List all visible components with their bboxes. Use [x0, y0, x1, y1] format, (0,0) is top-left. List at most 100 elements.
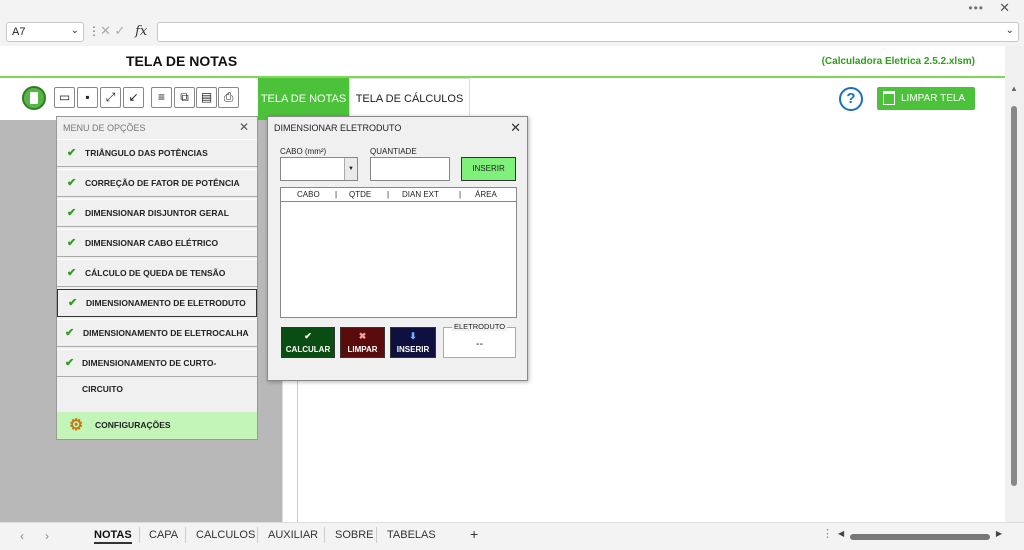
gear-icon: ⚙ — [69, 417, 84, 434]
close-icon[interactable]: ✕ — [239, 120, 249, 134]
menu-item-curto-circuito[interactable]: ✔ DIMENSIONAMENTO DE CURTO-CIRCUITO — [57, 349, 257, 394]
horizontal-scrollbar[interactable]: ◀ ▶ — [838, 529, 1008, 541]
copy-icon[interactable]: ⧉ — [174, 87, 195, 108]
scroll-right-icon[interactable]: ▶ — [996, 529, 1002, 538]
tab-separator — [139, 527, 140, 543]
check-icon: ✔ — [67, 147, 77, 159]
calculator-icon[interactable] — [22, 86, 46, 110]
chevron-down-icon[interactable]: ⌄ — [71, 25, 79, 36]
sheet-tab-sobre[interactable]: SOBRE — [335, 529, 374, 541]
menu-item-eletrocalha[interactable]: ✔ DIMENSIONAMENTO DE ELETROCALHA — [57, 319, 257, 347]
document-icon[interactable]: ≡ — [151, 87, 172, 108]
inserir-bottom-button[interactable]: ⬇ INSERIR — [390, 327, 436, 358]
menu-item-label: CORREÇÃO DE FATOR DE POTÊNCIA — [85, 178, 240, 188]
menu-title: MENU DE OPÇÕES — [63, 123, 146, 133]
sheet-tab-tabelas[interactable]: TABELAS — [387, 529, 436, 541]
more-options-icon[interactable]: ••• — [968, 1, 984, 15]
column-header: QTDE — [349, 190, 372, 199]
list-header: CABO | QTDE | DIAN EXT | ÁREA — [281, 188, 516, 202]
quantidade-label: QUANTIADE — [370, 147, 417, 156]
scroll-left-icon[interactable]: ◀ — [838, 529, 844, 538]
menu-item-triangulo[interactable]: ✔ TRIÂNGULO DAS POTÊNCIAS — [57, 139, 257, 167]
sheet-tabs-bar: ‹ › NOTAS CAPA CALCULOS AUXILIAR SOBRE T… — [0, 522, 1024, 550]
check-icon: ✔ — [67, 207, 77, 219]
menu-item-fator-potencia[interactable]: ✔ CORREÇÃO DE FATOR DE POTÊNCIA — [57, 169, 257, 197]
eletroduto-result: ELETRODUTO -- — [443, 322, 516, 358]
print-icon[interactable]: ⎙ — [218, 87, 239, 108]
arrow-down-icon: ⬇ — [409, 331, 417, 341]
sheet-tab-notas[interactable]: NOTAS — [94, 529, 132, 544]
calcular-button[interactable]: ✔ CALCULAR — [281, 327, 335, 358]
export-icon[interactable]: ↙ — [123, 87, 144, 108]
dialog-title: DIMENSIONAR ELETRODUTO — [274, 123, 402, 133]
inserir-button[interactable]: INSERIR — [461, 157, 516, 181]
chevron-left-icon[interactable]: ‹ — [20, 529, 24, 543]
sheet-tab-auxiliar[interactable]: AUXILIAR — [268, 529, 318, 541]
resize-icon[interactable]: ⤢ — [100, 87, 121, 108]
tab-split-icon[interactable]: ⋮ — [822, 527, 833, 540]
check-icon: ✔ — [65, 327, 75, 339]
formula-separator-icon: ⋮ — [88, 24, 100, 38]
function-icon[interactable]: fx — [135, 24, 147, 39]
chevron-down-icon[interactable]: ▼ — [344, 158, 357, 180]
save-as-icon[interactable]: ▪ — [77, 87, 98, 108]
dimensionar-eletroduto-dialog: DIMENSIONAR ELETRODUTO ✕ CABO (mm²) QUAN… — [267, 116, 528, 381]
cabo-select[interactable]: ▼ — [280, 157, 358, 181]
close-icon[interactable]: ✕ — [510, 120, 521, 136]
save-icon[interactable]: ▭ — [54, 87, 75, 108]
menu-item-eletroduto[interactable]: ✔ DIMENSIONAMENTO DE ELETRODUTO — [57, 289, 257, 317]
scroll-up-icon[interactable]: ▲ — [1010, 84, 1018, 93]
vertical-scrollbar[interactable]: ▲ — [1005, 46, 1024, 522]
tab-separator — [185, 527, 186, 543]
tab-tela-de-notas[interactable]: TELA DE NOTAS — [258, 78, 349, 120]
scrollbar-thumb[interactable] — [850, 534, 990, 540]
menu-item-label: TRIÂNGULO DAS POTÊNCIAS — [85, 148, 208, 158]
check-icon: ✔ — [67, 237, 77, 249]
menu-item-label: CÁLCULO DE QUEDA DE TENSÃO — [85, 268, 226, 278]
scrollbar-thumb[interactable] — [1011, 106, 1017, 486]
cable-list[interactable]: CABO | QTDE | DIAN EXT | ÁREA — [280, 187, 517, 318]
check-icon: ✔ — [67, 177, 77, 189]
check-icon: ✔ — [67, 267, 77, 279]
add-sheet-icon[interactable]: + — [470, 526, 478, 542]
sheet-tab-calculos[interactable]: CALCULOS — [196, 529, 255, 541]
chevron-down-icon[interactable]: ⌄ — [1006, 25, 1014, 36]
close-icon[interactable]: ✕ — [999, 0, 1010, 16]
window-top-strip: ••• ✕ — [0, 0, 1024, 18]
inserir-label: INSERIR — [396, 345, 430, 354]
sheet-tab-capa[interactable]: CAPA — [149, 529, 178, 541]
menu-item-label: DIMENSIONAMENTO DE ELETROCALHA — [83, 328, 249, 338]
column-header: ÁREA — [475, 190, 497, 199]
formula-icons: ✕ ✓ fx — [100, 23, 147, 39]
chevron-right-icon[interactable]: › — [45, 529, 49, 543]
eletroduto-value: -- — [475, 338, 484, 350]
menu-item-label: DIMENSIONAMENTO DE CURTO-CIRCUITO — [82, 358, 217, 394]
cancel-icon[interactable]: ✕ — [100, 23, 111, 38]
name-box[interactable]: A7 ⌄ — [6, 22, 84, 42]
formula-bar: A7 ⌄ ⋮ ✕ ✓ fx ⌄ — [0, 20, 1024, 44]
help-button[interactable]: ? — [839, 87, 863, 111]
tab-separator — [257, 527, 258, 543]
tab-tela-de-calculos[interactable]: TELA DE CÁLCULOS — [349, 78, 470, 120]
column-header: CABO — [297, 190, 320, 199]
column-separator: | — [335, 190, 338, 199]
limpar-button[interactable]: ✖ LIMPAR — [340, 327, 385, 358]
column-separator: | — [459, 190, 462, 199]
menu-item-disjuntor[interactable]: ✔ DIMENSIONAR DISJUNTOR GERAL — [57, 199, 257, 227]
confirm-icon[interactable]: ✓ — [115, 23, 126, 38]
check-icon: ✔ — [68, 297, 78, 309]
menu-item-queda-tensao[interactable]: ✔ CÁLCULO DE QUEDA DE TENSÃO — [57, 259, 257, 287]
clear-screen-button[interactable]: LIMPAR TELA — [877, 87, 975, 110]
pdf-icon[interactable]: ▤ — [196, 87, 217, 108]
check-icon: ✔ — [65, 357, 75, 369]
eletroduto-label: ELETRODUTO — [452, 322, 508, 331]
limpar-label: LIMPAR — [347, 345, 378, 354]
options-menu: MENU DE OPÇÕES ✕ ✔ TRIÂNGULO DAS POTÊNCI… — [56, 116, 258, 440]
formula-input[interactable]: ⌄ — [157, 22, 1019, 42]
clear-screen-label: LIMPAR TELA — [901, 93, 966, 104]
menu-item-configuracoes[interactable]: ⚙ CONFIGURAÇÕES — [57, 412, 257, 439]
menu-item-cabo[interactable]: ✔ DIMENSIONAR CABO ELÉTRICO — [57, 229, 257, 257]
tab-separator — [376, 527, 377, 543]
quantidade-input[interactable] — [370, 157, 450, 181]
tab-separator — [324, 527, 325, 543]
